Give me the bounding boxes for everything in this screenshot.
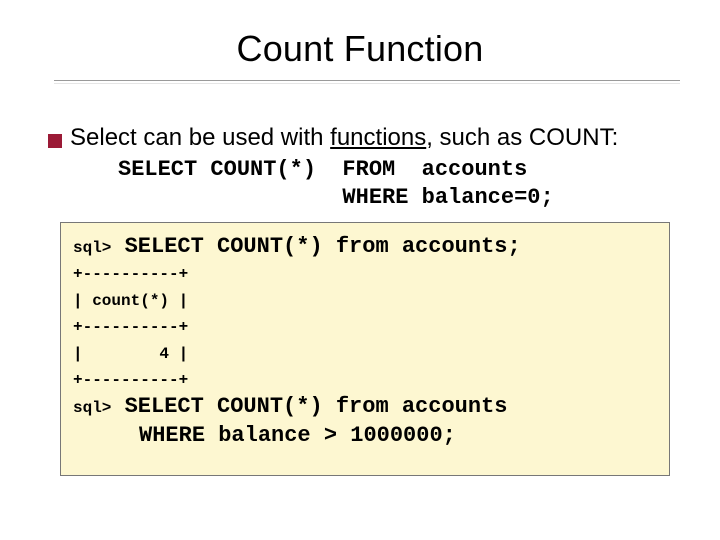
bullet-underlined: functions <box>330 124 426 151</box>
title-underline <box>54 80 680 81</box>
slide: Count Function Select can be used with f… <box>0 0 720 540</box>
bullet-pre: Select can be used with <box>70 124 330 151</box>
square-bullet-icon <box>48 134 62 148</box>
sql-prompt-1-prefix: sql> <box>73 239 111 257</box>
sql-output-box: sql> SELECT COUNT(*) from accounts; +---… <box>60 222 670 476</box>
sql-result-table: +----------+ | count(*) | +----------+ |… <box>73 265 188 389</box>
slide-title: Count Function <box>237 28 484 69</box>
sql-query-1: SELECT COUNT(*) from accounts; <box>111 234 520 259</box>
sql-query-2a: SELECT COUNT(*) from accounts <box>111 394 507 419</box>
sql-prompt-2-prefix: sql> <box>73 399 111 417</box>
example-code: SELECT COUNT(*) FROM accounts WHERE bala… <box>118 156 554 212</box>
bullet-row: Select can be used with functions, such … <box>48 124 618 152</box>
bullet-post: , such as COUNT: <box>426 124 618 151</box>
title-area: Count Function <box>0 28 720 70</box>
bullet-text: Select can be used with functions, such … <box>70 124 618 152</box>
sql-query-2b: WHERE balance > 1000000; <box>73 423 456 448</box>
